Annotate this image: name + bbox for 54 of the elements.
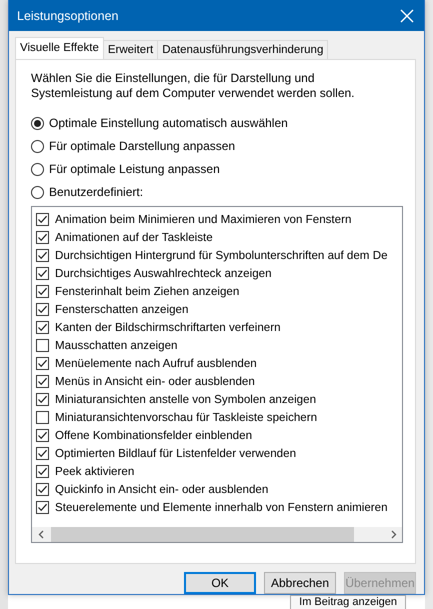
checkbox[interactable] bbox=[36, 284, 49, 298]
checkbox[interactable] bbox=[36, 302, 49, 316]
checkbox[interactable] bbox=[36, 338, 49, 352]
radio-button[interactable] bbox=[31, 162, 44, 176]
checkbox[interactable] bbox=[36, 212, 49, 226]
description-text: Wählen Sie die Einstellungen, die für Darstellung und Systemleistung auf dem Computer verwendet werden sollen. bbox=[31, 71, 356, 101]
checkbox-label[interactable]: Durchsichtiges Auswahlrechteck anzeigen bbox=[55, 266, 272, 280]
checkbox[interactable] bbox=[36, 392, 49, 406]
checkbox-label[interactable]: Durchsichtigen Hintergrund für Symbolunterschriften auf dem De bbox=[55, 248, 388, 262]
checkbox[interactable] bbox=[36, 320, 49, 334]
checkbox[interactable] bbox=[36, 230, 49, 244]
radio-button[interactable] bbox=[31, 186, 44, 198]
checkbox-label[interactable]: Peek aktivieren bbox=[55, 464, 134, 478]
radio-label[interactable]: Für optimale Leistung anpassen bbox=[49, 162, 220, 176]
checkbox[interactable] bbox=[36, 266, 49, 280]
checkbox-label[interactable]: Quickinfo in Ansicht ein- oder ausblenden bbox=[55, 482, 268, 496]
checkbox[interactable] bbox=[36, 374, 49, 388]
checkbox[interactable] bbox=[36, 482, 49, 496]
radio-label[interactable]: Für optimale Darstellung anpassen bbox=[49, 139, 236, 153]
checkbox-label[interactable]: Fensterschatten anzeigen bbox=[55, 302, 188, 316]
background-button[interactable]: Im Beitrag anzeigen bbox=[290, 595, 406, 609]
dialog-button[interactable]: Abbrechen bbox=[264, 572, 336, 594]
scroll-right-icon[interactable] bbox=[391, 530, 397, 539]
radio-button[interactable] bbox=[31, 140, 44, 152]
checkbox-label[interactable]: Animationen auf der Taskleiste bbox=[55, 230, 213, 244]
dialog-button[interactable]: OK bbox=[184, 572, 256, 594]
checkbox-label[interactable]: Mausschatten anzeigen bbox=[55, 338, 178, 352]
checkbox-label[interactable]: Kanten der Bildschirmschriftarten verfeinern bbox=[55, 320, 281, 334]
checkbox[interactable] bbox=[36, 464, 49, 478]
scrollbar-thumb[interactable] bbox=[51, 527, 354, 542]
checkbox[interactable] bbox=[36, 500, 49, 514]
window-title: Leistungsoptionen bbox=[17, 8, 118, 22]
checkbox[interactable] bbox=[36, 248, 49, 262]
checkbox[interactable] bbox=[36, 446, 49, 460]
checkbox-label[interactable]: Offene Kombinationsfelder einblenden bbox=[55, 428, 252, 442]
checkbox[interactable] bbox=[36, 428, 49, 442]
tab[interactable]: Datenausführungsverhinderung bbox=[157, 40, 328, 59]
radio-label[interactable]: Benutzerdefiniert: bbox=[49, 185, 144, 199]
checkbox-label[interactable]: Steuerelemente und Elemente innerhalb von Fenstern animieren bbox=[55, 500, 388, 514]
checkbox[interactable] bbox=[36, 356, 49, 370]
checkbox-label[interactable]: Animation beim Minimieren und Maximieren von Fenstern bbox=[55, 212, 352, 226]
checkbox-label[interactable]: Miniaturansichten anstelle von Symbolen anzeigen bbox=[55, 392, 316, 406]
checkbox-label[interactable]: Optimierten Bildlauf für Listenfelder verwenden bbox=[55, 446, 296, 460]
checkbox-label[interactable]: Menüelemente nach Aufruf ausblenden bbox=[55, 356, 257, 370]
radio-button[interactable] bbox=[31, 116, 44, 130]
horizontal-scrollbar[interactable] bbox=[32, 527, 402, 542]
checkbox-label[interactable]: Menüs in Ansicht ein- oder ausblenden bbox=[55, 374, 255, 388]
radio-label[interactable]: Optimale Einstellung automatisch auswählen bbox=[49, 116, 288, 130]
close-icon[interactable] bbox=[400, 8, 414, 22]
scroll-left-icon[interactable] bbox=[38, 530, 44, 539]
checkbox-label[interactable]: Fensterinhalt beim Ziehen anzeigen bbox=[55, 284, 240, 298]
checkbox-label[interactable]: Miniaturansichtenvorschau für Taskleiste speichern bbox=[55, 410, 318, 424]
checkbox[interactable] bbox=[36, 410, 49, 424]
tab[interactable]: Visuelle Effekte bbox=[15, 37, 104, 59]
